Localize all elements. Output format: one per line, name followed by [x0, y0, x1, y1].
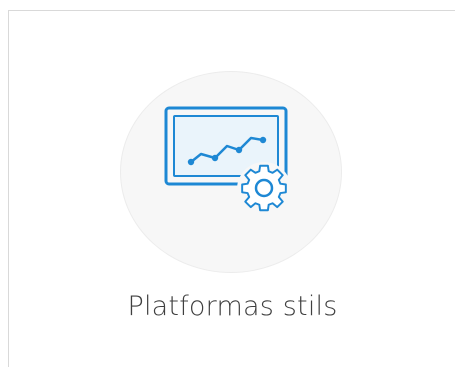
icon-circle [120, 71, 342, 273]
card-label: Platformas stils [127, 291, 338, 322]
platform-style-card[interactable]: Platformas stils [8, 10, 455, 367]
chart-monitor-gear-icon [164, 106, 291, 216]
